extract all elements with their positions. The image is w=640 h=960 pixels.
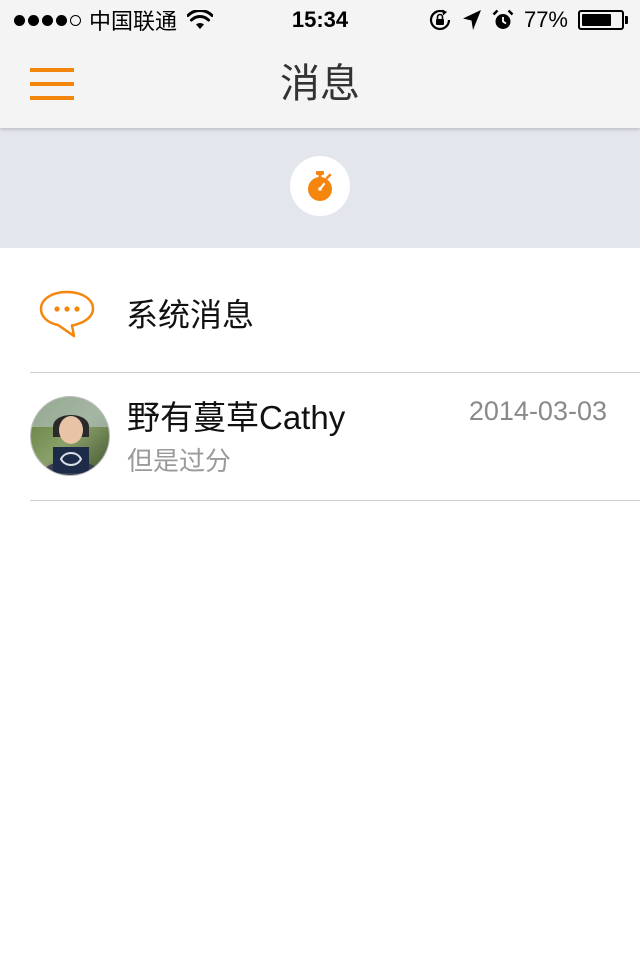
- alarm-clock-icon: [492, 9, 514, 29]
- chat-list-item[interactable]: 野有蔓草Cathy 2014-03-03 但是过分: [0, 373, 640, 500]
- user-avatar[interactable]: [30, 396, 110, 476]
- battery-percent: 77%: [523, 7, 568, 32]
- divider: [30, 500, 640, 501]
- chat-preview: 但是过分: [127, 446, 232, 476]
- banner: [0, 128, 640, 248]
- system-messages-label: 系统消息: [126, 297, 255, 333]
- battery-body: [578, 10, 624, 30]
- timer-button[interactable]: [290, 156, 350, 216]
- battery-icon: [578, 10, 628, 30]
- battery-nub: [625, 16, 628, 24]
- rotation-lock-icon: [429, 9, 451, 31]
- location-arrow-icon: [462, 10, 481, 30]
- page-title: 消息: [280, 62, 360, 106]
- status-bar-right: 77%: [428, 0, 628, 40]
- speech-bubble-icon: [39, 290, 95, 338]
- nav-bar: 消息: [0, 40, 640, 128]
- chat-date: 2014-03-03: [468, 396, 607, 426]
- chat-sender-name: 野有蔓草Cathy: [127, 399, 346, 436]
- status-bar: 中国联通 15:34 77%: [0, 0, 640, 40]
- stopwatch-icon: [308, 171, 332, 201]
- battery-fill: [582, 14, 612, 26]
- system-messages-row[interactable]: 系统消息: [0, 248, 640, 372]
- avatar-photo: [31, 397, 109, 475]
